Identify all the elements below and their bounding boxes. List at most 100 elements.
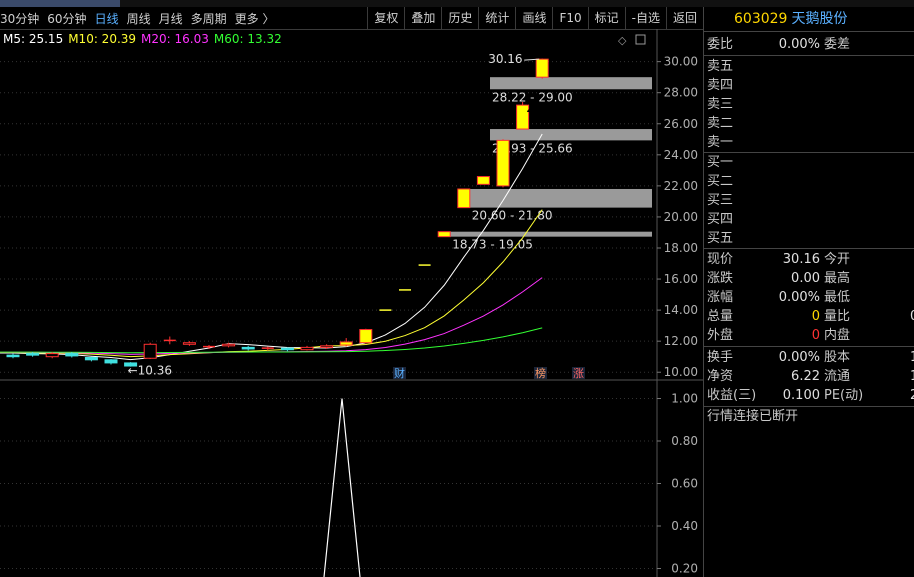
stat2-row-0: 换手 0.00% 股本 1.2 — [704, 348, 914, 367]
indicator-tick-label-4: 0.20 — [671, 562, 698, 576]
candle-body — [182, 342, 196, 345]
stat-row-2-label2: 最低 — [824, 290, 851, 305]
weibi-separator — [704, 55, 914, 56]
bid-level-4-label: 买五 — [707, 231, 734, 246]
stat2-row-0-value2: 1.2 — [910, 348, 914, 367]
candle-body — [241, 346, 255, 350]
stat2-row-2-value: 0.100 — [782, 388, 820, 403]
ask-level-2: 卖三 — [704, 95, 914, 114]
candle-body — [65, 353, 79, 357]
stock-title: 603029 天鹅股份 — [704, 7, 914, 32]
candle-body — [535, 58, 549, 78]
bid-level-0-label: 买一 — [707, 155, 734, 170]
stat-row-0-label2: 今开 — [824, 252, 851, 267]
bid-separator — [704, 248, 914, 249]
stat-row-3-label2: 量比 — [824, 309, 851, 324]
price-tick-label-3: 24.00 — [664, 148, 698, 162]
stat-row-4-value: 0 — [811, 328, 820, 343]
candle-body — [359, 329, 373, 344]
stat2-row-1-value2: 1.2 — [910, 367, 914, 386]
ask-level-3-label: 卖二 — [707, 116, 734, 131]
candle-body — [496, 139, 510, 187]
stat-row-3-value2: 0 — [910, 307, 914, 326]
indicator-tick-label-1: 0.80 — [671, 434, 698, 448]
candle-body — [300, 346, 314, 351]
price-tick-label-4: 22.00 — [664, 179, 698, 193]
weibi-row-value: 0.00% — [778, 37, 820, 52]
stat-row-2: 涨幅 0.00% 最低 — [704, 288, 914, 307]
indicator-tick-label-2: 0.60 — [671, 477, 698, 491]
ma60-line — [0, 327, 543, 354]
price-tick-label-9: 12.00 — [664, 334, 698, 348]
ask-level-1: 卖四 — [704, 76, 914, 95]
candle-body — [280, 347, 294, 351]
event-marker-0[interactable]: 财 — [394, 366, 405, 380]
stat-row-0-label: 现价 — [707, 252, 734, 267]
stat2-row-0-value: 0.00% — [778, 350, 820, 365]
stat2-row-2-label2: PE(动) — [824, 388, 864, 403]
candle-body — [457, 188, 471, 209]
stat-row-0: 现价 30.16 今开 — [704, 250, 914, 269]
price-tick-label-2: 26.00 — [664, 117, 698, 131]
price-tick-label-7: 16.00 — [664, 272, 698, 286]
stat2-row-2-label: 收益(三) — [707, 388, 757, 403]
gap-zone-0 — [490, 77, 652, 90]
stat2-row-1-label2: 流通 — [824, 369, 851, 384]
candle-body — [104, 359, 118, 364]
quote-panel: 603029 天鹅股份 委比 0.00% 委差 卖五 卖四 卖三 卖二 卖一 买一 买二 买三 买四 买五… — [704, 7, 914, 577]
gap-zone-label-2: 20.60 - 21.80 — [472, 209, 553, 223]
stock-chart-app: 30分钟 60分钟 日线 周线 月线 多周期 更多 〉 复权 叠加 历史 统计 画线 F10 标记 -自选… — [0, 0, 914, 577]
stat-row-1-label2: 最高 — [824, 271, 851, 286]
event-marker-1[interactable]: 榜 — [535, 366, 546, 380]
connection-status-label: 行情连接已断开 — [707, 409, 799, 424]
stat2-row-1: 净资 6.22 流通 1.2 — [704, 367, 914, 386]
price-tick-label-5: 20.00 — [664, 210, 698, 224]
stat-row-1-label: 涨跌 — [707, 271, 734, 286]
window-icon[interactable] — [635, 34, 646, 45]
stat-row-4-label: 外盘 — [707, 328, 734, 343]
ask-level-3: 卖二 — [704, 114, 914, 133]
bid-level-1: 买二 — [704, 172, 914, 191]
weibi-row: 委比 0.00% 委差 — [704, 35, 914, 54]
stat2-row-0-label2: 股本 — [824, 350, 851, 365]
diamond-icon[interactable]: ◇ — [618, 34, 627, 47]
ask-level-0-label: 卖五 — [707, 59, 734, 74]
ma20-line — [0, 277, 543, 355]
bid-level-3-label: 买四 — [707, 212, 734, 227]
candlestick-chart[interactable]: 30.00 28.00 26.00 24.00 22.00 20.00 18.00 16.00… — [0, 0, 703, 577]
ask-level-0: 卖五 — [704, 57, 914, 76]
stock-name: 天鹅股份 — [791, 11, 848, 27]
connection-status: 行情连接已断开 — [704, 407, 914, 426]
ask-level-4: 卖一 — [704, 133, 914, 152]
bid-level-2-label: 买三 — [707, 193, 734, 208]
weibi-row-label2: 委差 — [824, 37, 851, 52]
mid-price-label: 26.610 — [526, 101, 568, 115]
low-price-label: ←10.36 — [128, 364, 172, 378]
bid-level-3: 买四 — [704, 210, 914, 229]
bid-level-4: 买五 — [704, 229, 914, 248]
candle-body — [84, 356, 98, 361]
stat-row-3-label: 总量 — [707, 309, 734, 324]
event-marker-2[interactable]: 涨 — [573, 367, 584, 380]
candle-body — [26, 353, 40, 356]
candle-body — [339, 341, 353, 346]
candle-body — [222, 343, 236, 347]
candle-body — [320, 345, 334, 348]
stat-row-3: 总量 0 量比 0 — [704, 307, 914, 326]
ask-level-1-label: 卖四 — [707, 78, 734, 93]
stat-row-3-value: 0 — [811, 309, 820, 324]
candle-body — [45, 353, 59, 358]
indicator-tick-label-3: 0.40 — [671, 519, 698, 533]
high-price-label: 30.16 — [488, 52, 522, 66]
stat2-row-1-label: 净资 — [707, 369, 734, 384]
stock-code: 603029 — [734, 11, 788, 27]
stat-row-1-value: 0.00 — [791, 271, 820, 286]
price-tick-label-6: 18.00 — [664, 241, 698, 255]
stat-row-2-label: 涨幅 — [707, 290, 734, 305]
indicator-spike-line — [323, 398, 361, 577]
stat-row-0-value: 30.16 — [782, 252, 820, 267]
stat-row-1: 涨跌 0.00 最高 — [704, 269, 914, 288]
candle-body — [437, 231, 451, 238]
candle-body — [143, 343, 157, 359]
stat2-row-2: 收益(三) 0.100 PE(动) 21 — [704, 386, 914, 405]
